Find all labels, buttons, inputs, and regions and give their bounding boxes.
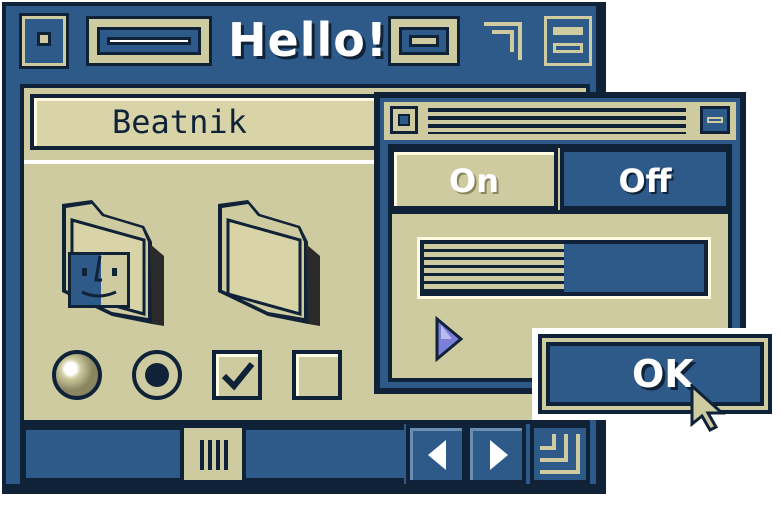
name-field-value[interactable]: Beatnik <box>112 100 362 144</box>
checkmark-icon <box>221 362 255 391</box>
scroll-right-button[interactable] <box>466 424 526 484</box>
off-button[interactable]: Off <box>560 148 730 210</box>
right-arrow-icon <box>490 440 508 470</box>
window-shade-icon[interactable] <box>544 16 592 66</box>
dialog-zoom-box-icon[interactable] <box>700 106 730 134</box>
progress-fill <box>424 244 564 292</box>
segment-divider <box>390 210 730 214</box>
pointer-cursor-icon <box>690 384 726 432</box>
dialog-close-box-icon[interactable] <box>398 114 410 126</box>
resize-grip-icon[interactable] <box>530 424 590 484</box>
radio-button-1[interactable] <box>52 350 102 400</box>
title-bar-stripes-left[interactable] <box>86 16 212 66</box>
ok-button[interactable]: OK <box>546 342 764 406</box>
folder-icon[interactable] <box>212 196 342 336</box>
scroll-left-button[interactable] <box>406 424 466 484</box>
on-button[interactable]: On <box>390 148 558 210</box>
dialog-title-bar[interactable] <box>384 102 736 140</box>
close-box-icon[interactable] <box>19 13 69 69</box>
zoom-box-icon[interactable] <box>388 16 460 66</box>
checkbox-2[interactable] <box>292 350 342 400</box>
checkbox-1[interactable] <box>212 350 262 400</box>
scrollbar-thumb[interactable] <box>180 424 246 484</box>
left-arrow-icon <box>428 440 446 470</box>
play-triangle-icon[interactable] <box>434 316 464 362</box>
finder-folder-icon[interactable] <box>52 196 182 336</box>
collapse-box-icon[interactable] <box>478 16 528 66</box>
window-title: Hello! <box>228 13 388 67</box>
radio-button-2[interactable] <box>132 350 182 400</box>
